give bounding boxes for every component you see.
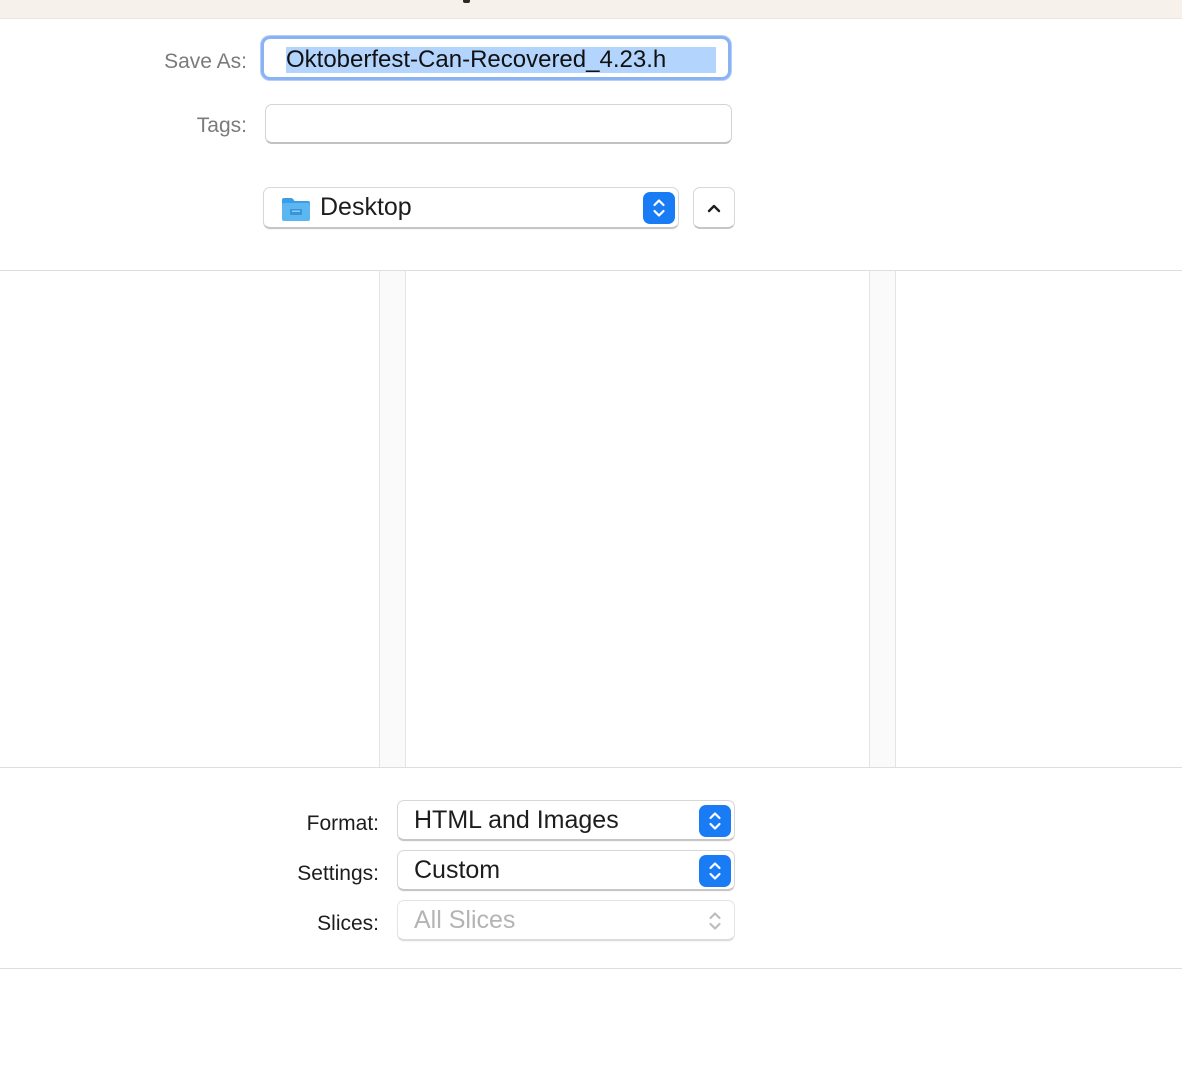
save-as-input[interactable]: Oktoberfest-Can-Recovered_4.23.h (261, 36, 731, 80)
format-label: Format: (306, 812, 379, 835)
location-folder-name: Desktop (320, 193, 412, 221)
collapse-browser-button[interactable] (693, 187, 735, 229)
column-resizer[interactable] (869, 271, 896, 767)
format-popup[interactable]: HTML and Images (397, 800, 735, 841)
slices-popup: All Slices (397, 900, 735, 941)
save-as-label: Save As: (164, 50, 247, 73)
slices-value: All Slices (414, 905, 516, 934)
dialog-titlebar (0, 0, 1182, 19)
folder-icon (282, 198, 310, 221)
save-dialog: Save As: Oktoberfest-Can-Recovered_4.23.… (0, 0, 1182, 1078)
location-popup[interactable]: Desktop (263, 187, 679, 229)
settings-label: Settings: (297, 862, 379, 885)
format-value: HTML and Images (414, 805, 619, 834)
slices-stepper-icon (699, 905, 731, 937)
settings-stepper-icon (699, 855, 731, 887)
divider-bottom (0, 968, 1182, 969)
column-resizer[interactable] (379, 271, 406, 767)
tags-label: Tags: (196, 114, 247, 137)
title-text-fragment (463, 0, 470, 3)
settings-value: Custom (414, 855, 501, 884)
file-browser[interactable] (0, 271, 1182, 767)
location-stepper-icon (643, 192, 675, 224)
save-as-filename: Oktoberfest-Can-Recovered_4.23.h (286, 47, 716, 73)
settings-popup[interactable]: Custom (397, 850, 735, 891)
tags-input[interactable] (265, 104, 732, 144)
chevron-up-icon (707, 204, 721, 212)
slices-label: Slices: (317, 912, 379, 935)
divider-middle (0, 767, 1182, 768)
format-stepper-icon (699, 805, 731, 837)
